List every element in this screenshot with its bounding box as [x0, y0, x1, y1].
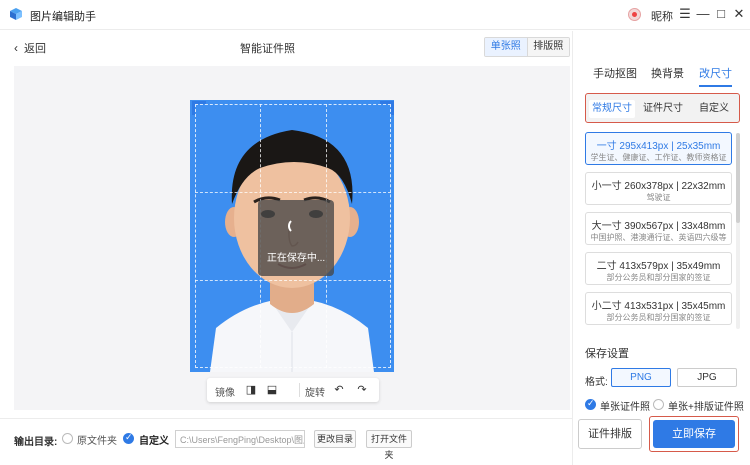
right-panel: 手动抠图 换背景 改尺寸 常规尺寸 证件尺寸 自定义 一寸 295x413px …	[572, 31, 750, 465]
print-layout-button[interactable]: 证件排版	[578, 419, 642, 449]
size-category-tabs: 常规尺寸 证件尺寸 自定义	[585, 93, 740, 123]
single-photo-label[interactable]: 单张证件照	[600, 398, 650, 413]
output-bar: 输出目录: 原文件夹 自定义 C:\Users\FengPing\Desktop…	[0, 418, 572, 465]
size-list-scroll-thumb[interactable]	[736, 133, 740, 223]
sub-tab-id-size[interactable]: 证件尺寸	[640, 100, 686, 118]
close-icon[interactable]: ✕	[730, 5, 748, 23]
crop-handle-top-left[interactable]	[192, 101, 206, 115]
loading-spinner-icon	[288, 218, 304, 234]
size-title: 大一寸 390x567px | 33x48mm	[591, 221, 726, 232]
output-dir-label: 输出目录:	[14, 437, 58, 448]
minimize-icon[interactable]: —	[694, 5, 712, 23]
size-option[interactable]: 一寸 295x413px | 25x35mm 学生证、健康证、工作证、教师资格证	[585, 132, 732, 165]
menu-icon[interactable]: ☰	[676, 5, 694, 23]
mode-single-button[interactable]: 单张照	[485, 38, 528, 56]
format-png-button[interactable]: PNG	[611, 368, 671, 387]
mode-layout-button[interactable]: 排版照	[527, 38, 569, 56]
size-title: 小一寸 260x378px | 22x32mm	[591, 181, 726, 192]
rotate-right-icon[interactable]: ↷	[355, 383, 369, 397]
size-desc: 部分公务员和部分国家的签证	[606, 313, 711, 322]
save-button-highlight: 立即保存	[649, 416, 739, 452]
size-desc: 驾驶证	[646, 193, 671, 202]
save-now-button[interactable]: 立即保存	[653, 420, 735, 448]
size-option[interactable]: 小二寸 413x531px | 35x45mm 部分公务员和部分国家的签证	[585, 292, 732, 325]
format-jpg-button[interactable]: JPG	[677, 368, 737, 387]
size-option[interactable]: 大一寸 390x567px | 33x48mm 中国护照、港澳通行证、英语四六级…	[585, 212, 732, 245]
image-toolbar: 镜像 ◨ ⬓ 旋转 ↶ ↷	[207, 378, 379, 402]
mirror-label: 镜像	[215, 388, 235, 399]
size-desc: 部分公务员和部分国家的签证	[606, 273, 711, 282]
single-plus-layout-label[interactable]: 单张+排版证件照	[668, 398, 744, 413]
editor-header: ‹ 返回 智能证件照 单张照 排版照	[0, 31, 572, 63]
tab-change-background[interactable]: 换背景	[651, 65, 684, 81]
saving-overlay: 正在保存中...	[258, 200, 334, 276]
mode-switch: 单张照 排版照	[484, 37, 570, 57]
radio-custom-folder[interactable]	[123, 432, 134, 444]
open-folder-button[interactable]: 打开文件夹	[366, 430, 412, 460]
app-logo-icon	[10, 8, 22, 20]
title-bar: 图片编辑助手 昵称 ☰ — □ ✕	[0, 0, 750, 30]
divider	[299, 383, 300, 397]
page-title: 智能证件照	[240, 43, 295, 55]
original-folder-label[interactable]: 原文件夹	[77, 432, 117, 447]
output-path-field[interactable]: C:\Users\FengPing\Desktop\图片	[175, 430, 305, 448]
guide-line	[195, 192, 391, 193]
sub-tab-standard[interactable]: 常规尺寸	[589, 100, 635, 118]
radio-single-photo[interactable]	[585, 398, 596, 410]
tab-manual-cutout[interactable]: 手动抠图	[593, 65, 637, 81]
size-title: 二寸 413x579px | 35x49mm	[596, 261, 721, 272]
avatar[interactable]	[628, 8, 641, 21]
size-option[interactable]: 小一寸 260x378px | 22x32mm 驾驶证	[585, 172, 732, 205]
rotate-label: 旋转	[305, 388, 325, 399]
tab-resize[interactable]: 改尺寸	[699, 65, 732, 87]
crop-handle-top-right[interactable]	[380, 101, 394, 115]
size-title: 一寸 295x413px | 25x35mm	[596, 141, 721, 152]
app-title: 图片编辑助手	[30, 11, 96, 23]
size-option[interactable]: 二寸 413x579px | 35x49mm 部分公务员和部分国家的签证	[585, 252, 732, 285]
change-dir-button[interactable]: 更改目录	[314, 430, 356, 448]
radio-original-folder[interactable]	[62, 433, 73, 444]
custom-folder-label[interactable]: 自定义	[139, 432, 169, 447]
size-desc: 中国护照、港澳通行证、英语四六级等	[590, 233, 727, 242]
flip-vertical-icon[interactable]: ⬓	[265, 383, 279, 397]
flip-horizontal-icon[interactable]: ◨	[244, 383, 258, 397]
sub-tab-custom[interactable]: 自定义	[691, 100, 737, 118]
rotate-left-icon[interactable]: ↶	[332, 383, 346, 397]
format-label: 格式:	[585, 377, 608, 388]
saving-text: 正在保存中...	[266, 253, 326, 264]
size-title: 小二寸 413x531px | 35x45mm	[591, 301, 726, 312]
radio-single-plus-layout[interactable]	[653, 399, 664, 410]
user-name[interactable]: 昵称	[651, 8, 673, 24]
size-desc: 学生证、健康证、工作证、教师资格证	[590, 153, 727, 162]
guide-line	[195, 280, 391, 281]
maximize-icon[interactable]: □	[712, 5, 730, 23]
save-settings-title: 保存设置	[585, 348, 629, 360]
